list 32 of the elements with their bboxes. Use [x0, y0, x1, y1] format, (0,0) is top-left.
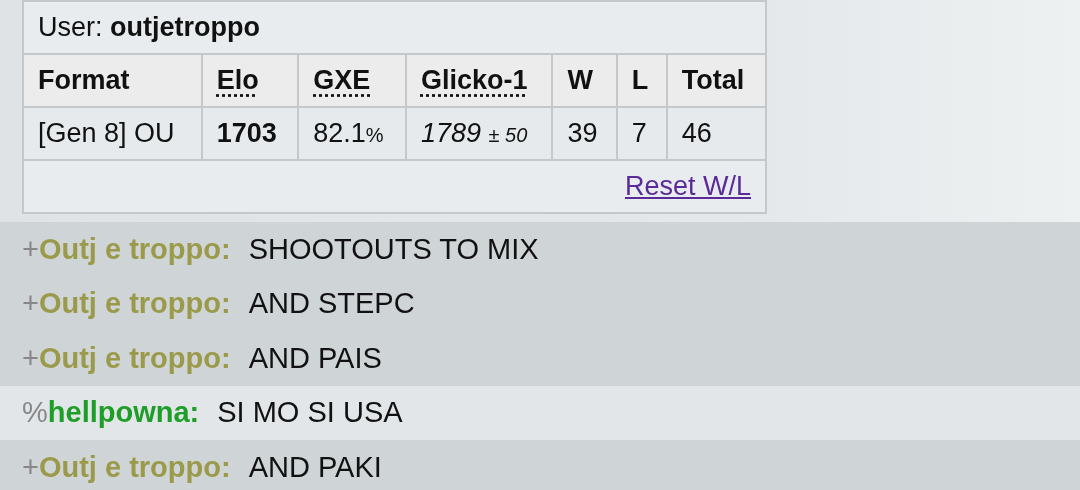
username: outjetroppo	[110, 12, 260, 43]
chat-message-text: SI MO SI USA	[217, 395, 403, 430]
wins-value: 39	[567, 118, 598, 149]
user-label: User:	[38, 12, 103, 43]
chat-username: hellpowna:	[47, 395, 200, 430]
chat-message-text: AND PAKI	[248, 449, 382, 485]
chat-username: Outj e troppo:	[38, 231, 231, 267]
chat-username: Outj e troppo:	[38, 340, 231, 376]
rank-symbol: +	[22, 231, 39, 267]
column-header: Elo	[216, 65, 259, 96]
reset-link[interactable]: Reset W/L	[624, 171, 751, 202]
column-header: Total	[681, 65, 745, 96]
chat-username: Outj e troppo:	[38, 286, 231, 321]
rank-symbol: +	[22, 449, 39, 485]
column-header: W	[567, 65, 593, 96]
glicko-value: 1789 ± 50	[420, 118, 528, 149]
column-header: GXE	[313, 65, 371, 96]
total-value: 46	[681, 118, 712, 149]
format-cell: [Gen 8] OU	[38, 118, 175, 149]
elo-value: 1703	[216, 118, 277, 149]
chat-message-text: SHOOTOUTS TO MIX	[248, 231, 539, 267]
chat-message-text: AND STEPC	[248, 286, 415, 321]
losses-value: 7	[631, 118, 647, 149]
gxe-value: 82.1%	[313, 118, 384, 149]
rank-symbol: %	[22, 395, 48, 430]
column-header: L	[631, 65, 649, 96]
column-header: Glicko-1	[420, 65, 528, 96]
chat-message-text: AND PAIS	[248, 340, 382, 376]
chat-username: Outj e troppo:	[38, 449, 231, 485]
rank-symbol: +	[22, 340, 39, 376]
column-header: Format	[38, 65, 130, 96]
rank-symbol: +	[22, 286, 39, 321]
